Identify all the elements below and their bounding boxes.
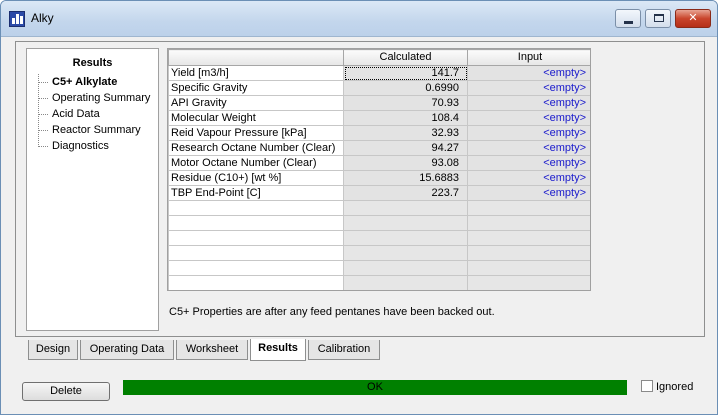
input-cell[interactable]: <empty> xyxy=(467,170,590,186)
empty-cell[interactable] xyxy=(343,260,468,276)
nav-list: C5+ Alkylate Operating Summary Acid Data Re… xyxy=(33,74,150,154)
input-cell[interactable]: <empty> xyxy=(467,125,590,141)
empty-cell xyxy=(168,260,344,276)
row-name-cell: Reid Vapour Pressure [kPa] xyxy=(168,125,344,141)
row-name-cell: Research Octane Number (Clear) xyxy=(168,140,344,156)
empty-cell[interactable] xyxy=(343,200,468,216)
status-bar: OK xyxy=(123,380,627,395)
calculated-cell[interactable]: 70.93 xyxy=(343,95,468,111)
table-row: Specific Gravity 0.6990 <empty> xyxy=(168,80,590,96)
checkbox-box[interactable] xyxy=(641,380,653,392)
table-row: Research Octane Number (Clear) 94.27 <empt… xyxy=(168,140,590,156)
row-name-cell: Residue (C10+) [wt %] xyxy=(168,170,344,186)
close-button[interactable]: ✕ xyxy=(675,9,711,28)
maximize-button[interactable] xyxy=(645,9,671,28)
minimize-icon xyxy=(624,21,633,24)
empty-table-row xyxy=(168,275,590,290)
properties-note: C5+ Properties are after any feed pentan… xyxy=(169,306,495,318)
nav-item-operating-summary[interactable]: Operating Summary xyxy=(33,90,150,106)
ignored-label: Ignored xyxy=(656,381,694,393)
calculated-cell[interactable]: 141.7 xyxy=(343,65,468,81)
calculated-cell[interactable]: 0.6990 xyxy=(343,80,468,96)
input-cell[interactable]: <empty> xyxy=(467,95,590,111)
tab-operating-data[interactable]: Operating Data xyxy=(80,340,174,360)
calculated-cell[interactable]: 32.93 xyxy=(343,125,468,141)
empty-cell[interactable] xyxy=(467,200,590,216)
empty-cell[interactable] xyxy=(467,230,590,246)
window-client: Results C5+ Alkylate Operating Summary Aci… xyxy=(9,37,711,409)
results-nav-tree: Results C5+ Alkylate Operating Summary Aci… xyxy=(26,48,159,331)
close-icon: ✕ xyxy=(688,12,698,24)
row-name-cell: Molecular Weight xyxy=(168,110,344,126)
row-name-cell: Motor Octane Number (Clear) xyxy=(168,155,344,171)
tab-design[interactable]: Design xyxy=(28,340,78,360)
nav-heading: Results xyxy=(72,57,113,69)
grid-header-row: Calculated Input xyxy=(168,49,590,66)
maximize-icon xyxy=(654,14,664,22)
grid-header-calculated[interactable]: Calculated xyxy=(343,49,468,66)
grid-header-name xyxy=(168,49,344,66)
empty-cell[interactable] xyxy=(467,260,590,276)
calculated-cell[interactable]: 93.08 xyxy=(343,155,468,171)
delete-button[interactable]: Delete xyxy=(22,382,110,401)
row-name-cell: API Gravity xyxy=(168,95,344,111)
calculated-cell[interactable]: 223.7 xyxy=(343,185,468,201)
empty-cell[interactable] xyxy=(467,245,590,261)
row-name-cell: Yield [m3/h] xyxy=(168,65,344,81)
empty-table-row xyxy=(168,200,590,216)
row-name-cell: Specific Gravity xyxy=(168,80,344,96)
calculated-cell[interactable]: 15.6883 xyxy=(343,170,468,186)
empty-cell[interactable] xyxy=(467,275,590,290)
input-cell[interactable]: <empty> xyxy=(467,65,590,81)
app-window: Alky ✕ Results C5+ Alkylate Operating Sum… xyxy=(0,0,718,415)
title-bar[interactable]: Alky ✕ xyxy=(1,1,717,37)
minimize-button[interactable] xyxy=(615,9,641,28)
window-title: Alky xyxy=(31,11,54,25)
nav-item-c5-alkylate[interactable]: C5+ Alkylate xyxy=(33,74,150,90)
input-cell[interactable]: <empty> xyxy=(467,155,590,171)
empty-cell xyxy=(168,215,344,231)
empty-cell[interactable] xyxy=(467,215,590,231)
empty-table-row xyxy=(168,230,590,246)
nav-item-diagnostics[interactable]: Diagnostics xyxy=(33,138,150,154)
empty-cell[interactable] xyxy=(343,230,468,246)
empty-cell xyxy=(168,275,344,290)
table-row: Reid Vapour Pressure [kPa] 32.93 <empty> xyxy=(168,125,590,141)
table-row: Residue (C10+) [wt %] 15.6883 <empty> xyxy=(168,170,590,186)
tab-results[interactable]: Results xyxy=(250,339,306,361)
empty-table-row xyxy=(168,260,590,276)
ignored-checkbox[interactable]: Ignored xyxy=(641,380,693,395)
empty-table-row xyxy=(168,215,590,231)
tab-calibration[interactable]: Calibration xyxy=(308,340,380,360)
table-row: Motor Octane Number (Clear) 93.08 <empty> xyxy=(168,155,590,171)
results-grid: Calculated Input Yield [m3/h] 141.7 <empty… xyxy=(167,48,591,291)
tab-worksheet[interactable]: Worksheet xyxy=(176,340,248,360)
calculated-cell[interactable]: 108.4 xyxy=(343,110,468,126)
app-icon xyxy=(9,11,25,27)
input-cell[interactable]: <empty> xyxy=(467,140,590,156)
empty-cell[interactable] xyxy=(343,275,468,290)
nav-item-acid-data[interactable]: Acid Data xyxy=(33,106,150,122)
empty-cell xyxy=(168,230,344,246)
table-row: API Gravity 70.93 <empty> xyxy=(168,95,590,111)
results-panel: Results C5+ Alkylate Operating Summary Aci… xyxy=(15,41,705,337)
table-row: Molecular Weight 108.4 <empty> xyxy=(168,110,590,126)
row-name-cell: TBP End-Point [C] xyxy=(168,185,344,201)
empty-cell xyxy=(168,245,344,261)
empty-cell[interactable] xyxy=(343,215,468,231)
empty-cell xyxy=(168,200,344,216)
table-row: Yield [m3/h] 141.7 <empty> xyxy=(168,65,590,81)
grid-header-input[interactable]: Input xyxy=(467,49,590,66)
input-cell[interactable]: <empty> xyxy=(467,80,590,96)
calculated-cell[interactable]: 94.27 xyxy=(343,140,468,156)
empty-table-row xyxy=(168,245,590,261)
input-cell[interactable]: <empty> xyxy=(467,110,590,126)
input-cell[interactable]: <empty> xyxy=(467,185,590,201)
nav-item-reactor-summary[interactable]: Reactor Summary xyxy=(33,122,150,138)
table-row: TBP End-Point [C] 223.7 <empty> xyxy=(168,185,590,201)
empty-cell[interactable] xyxy=(343,245,468,261)
